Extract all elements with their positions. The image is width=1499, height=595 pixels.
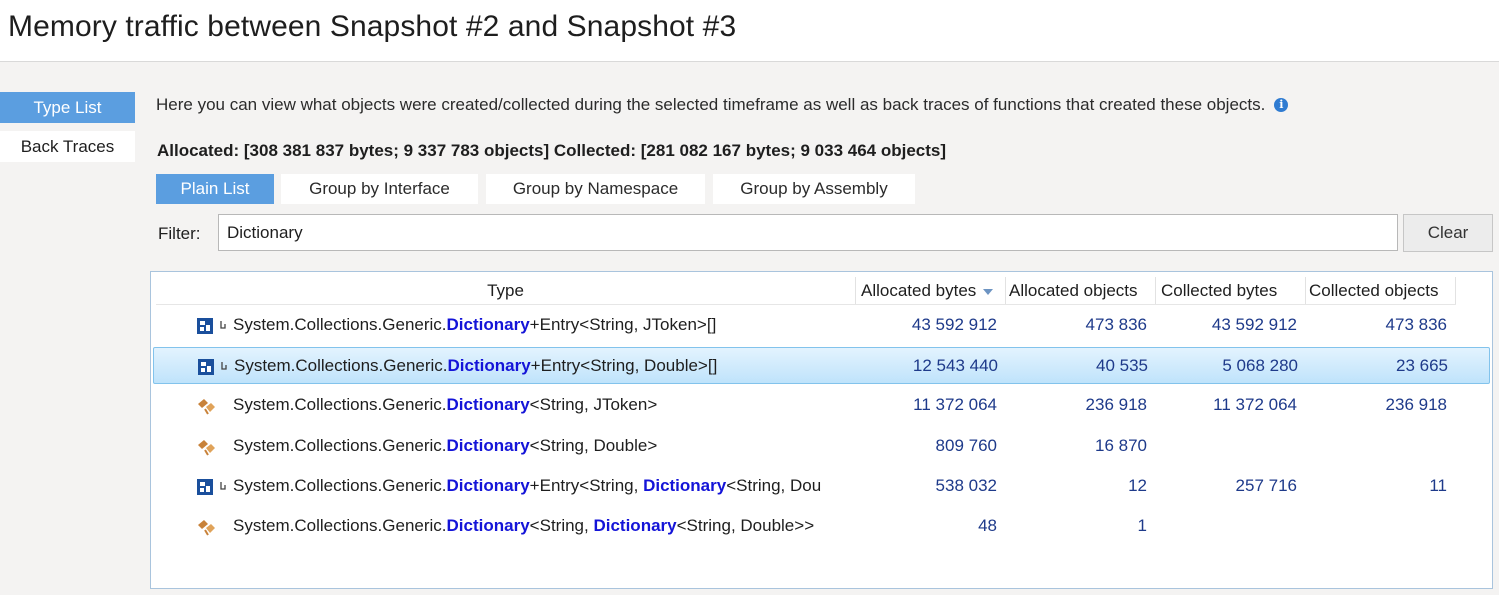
header-divider (156, 304, 1456, 305)
column-header-collected-bytes[interactable]: Collected bytes (1156, 277, 1306, 304)
type-name-text: +Entry<String, JToken>[] (529, 315, 717, 334)
alloc-objects-cell: 40 535 (1096, 356, 1148, 376)
type-name-text: <String, Dou (726, 475, 822, 495)
table-row[interactable]: System.Collections.Generic.Dictionary+En… (153, 468, 1490, 505)
filter-match-text: Dictionary (643, 475, 727, 495)
type-name-text: <String, JToken> (529, 395, 658, 415)
alloc-objects-cell: 16 870 (1095, 435, 1147, 455)
type-name-cell: System.Collections.Generic.Dictionary<St… (233, 436, 848, 456)
type-name-cell: System.Collections.Generic.Dictionary+En… (233, 476, 848, 496)
class-type-icon (197, 439, 215, 456)
coll-bytes-cell: 43 592 912 (1211, 315, 1297, 334)
type-name-text: <String, (529, 516, 594, 535)
table-row[interactable]: System.Collections.Generic.Dictionary<St… (153, 428, 1490, 465)
array-type-icon (197, 478, 226, 495)
filter-match-text: Dictionary (447, 356, 531, 376)
table-row[interactable]: System.Collections.Generic.Dictionary<St… (153, 508, 1490, 545)
window-title: Memory traffic between Snapshot #2 and S… (8, 10, 737, 43)
filter-match-text: Dictionary (593, 516, 677, 535)
array-type-icon (197, 318, 226, 334)
coll-bytes-cell: 257 716 (1235, 475, 1297, 495)
type-name-text: System.Collections.Generic. (233, 516, 447, 535)
class-type-icon (197, 398, 215, 415)
type-name-text: System.Collections.Generic. (233, 315, 447, 334)
filter-match-text: Dictionary (446, 475, 530, 495)
alloc-bytes-cell: 43 592 912 (911, 315, 997, 334)
type-name-text: System.Collections.Generic. (233, 475, 447, 495)
column-header-collected-objects[interactable]: Collected objects (1306, 277, 1456, 304)
type-name-text: <String, Double> (529, 435, 658, 455)
type-name-text: <String, Double>> (676, 516, 815, 535)
column-header-allocated-objects[interactable]: Allocated objects (1006, 277, 1156, 304)
type-name-cell: System.Collections.Generic.Dictionary+En… (234, 356, 849, 376)
column-header-type[interactable]: Type (156, 277, 856, 304)
type-table: Type Allocated bytes Allocated objects C… (150, 271, 1493, 589)
tab-plain-list[interactable]: Plain List (156, 174, 274, 204)
column-header-label: Allocated bytes (861, 280, 977, 300)
tab-group-by-assembly[interactable]: Group by Assembly (713, 174, 915, 204)
coll-objects-cell: 473 836 (1385, 315, 1447, 334)
description: Here you can view what objects were crea… (156, 95, 1289, 115)
type-name-text: System.Collections.Generic. (233, 435, 447, 455)
tab-group-by-namespace[interactable]: Group by Namespace (486, 174, 705, 204)
table-row[interactable]: System.Collections.Generic.Dictionary+En… (153, 307, 1490, 344)
coll-objects-cell: 236 918 (1385, 395, 1447, 415)
alloc-bytes-cell: 809 760 (935, 435, 997, 455)
title-bar: Memory traffic between Snapshot #2 and S… (0, 0, 1499, 62)
alloc-objects-cell: 236 918 (1085, 395, 1147, 415)
filter-match-text: Dictionary (446, 435, 530, 455)
alloc-bytes-cell: 538 032 (935, 475, 997, 495)
type-name-text: System.Collections.Generic. (233, 395, 447, 415)
filter-input[interactable] (218, 214, 1398, 251)
alloc-bytes-cell: 12 543 440 (912, 356, 998, 376)
column-header-allocated-bytes[interactable]: Allocated bytes (856, 277, 1006, 304)
table-header: Type Allocated bytes Allocated objects C… (151, 272, 1492, 306)
class-type-icon (197, 519, 215, 536)
side-nav: Type List Back Traces (0, 92, 135, 170)
sort-descending-icon (983, 288, 994, 295)
filter-match-text: Dictionary (446, 516, 530, 535)
coll-objects-cell: 23 665 (1396, 356, 1448, 376)
type-name-cell: System.Collections.Generic.Dictionary<St… (233, 516, 848, 536)
description-text: Here you can view what objects were crea… (156, 95, 1266, 114)
array-type-icon (198, 359, 227, 376)
coll-objects-cell: 11 (1429, 475, 1447, 495)
coll-bytes-cell: 5 068 280 (1222, 356, 1298, 376)
tab-group-by-interface[interactable]: Group by Interface (281, 174, 478, 204)
alloc-objects-cell: 473 836 (1085, 315, 1147, 334)
type-name-cell: System.Collections.Generic.Dictionary<St… (233, 395, 848, 415)
alloc-objects-cell: 1 (1137, 516, 1147, 535)
filter-label: Filter: (158, 224, 201, 243)
allocation-summary: Allocated: [308 381 837 bytes; 9 337 783… (157, 141, 947, 160)
type-name-cell: System.Collections.Generic.Dictionary+En… (233, 315, 848, 335)
type-name-text: +Entry<String, Double>[] (530, 356, 718, 376)
coll-bytes-cell: 11 372 064 (1213, 395, 1297, 415)
filter-match-text: Dictionary (446, 395, 530, 415)
type-name-text: +Entry<String, (529, 475, 644, 495)
alloc-bytes-cell: 48 (978, 516, 997, 535)
alloc-objects-cell: 12 (1128, 475, 1147, 495)
table-row[interactable]: System.Collections.Generic.Dictionary<St… (153, 387, 1490, 424)
info-icon[interactable]: i (1274, 98, 1289, 112)
sidebar-item-back-traces[interactable]: Back Traces (0, 131, 135, 162)
table-row[interactable]: System.Collections.Generic.Dictionary+En… (153, 347, 1490, 385)
clear-button[interactable]: Clear (1403, 214, 1493, 252)
filter-match-text: Dictionary (446, 315, 530, 334)
alloc-bytes-cell: 11 372 064 (913, 395, 997, 415)
sidebar-item-type-list[interactable]: Type List (0, 92, 135, 123)
type-name-text: System.Collections.Generic. (234, 356, 448, 376)
